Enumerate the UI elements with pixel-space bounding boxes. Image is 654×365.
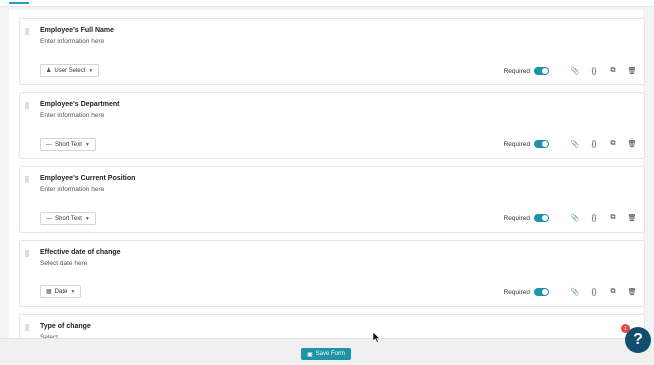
required-label: Required [503,288,530,296]
active-tab-indicator [9,2,29,4]
delete-icon[interactable]: 🗑 [628,214,637,222]
question-placeholder[interactable]: Enter information here [40,112,104,119]
question-card[interactable]: Employee's Full Name Enter information h… [19,18,645,85]
field-type-select[interactable]: — Short Text ▼ [40,138,96,151]
field-type-label: Date [54,288,68,295]
form-canvas: Employee's Full Name Enter information h… [9,10,645,344]
field-type-label: Short Text [55,215,82,222]
duplicate-icon[interactable]: ⧉ [609,140,617,148]
code-braces-icon[interactable]: {} [590,140,598,148]
code-braces-icon[interactable]: {} [590,214,598,222]
question-card[interactable]: Effective date of change Select date her… [19,240,645,307]
short-text-icon: — [46,141,52,148]
drag-handle-icon[interactable] [25,102,29,109]
chevron-down-icon: ▼ [88,67,94,74]
top-tab-bar [0,0,654,7]
question-actions: Required 📎 {} ⧉ 🗑 [504,212,636,224]
required-toggle[interactable] [534,214,549,222]
required-toggle[interactable] [534,67,549,75]
short-text-icon: — [46,215,52,222]
field-type-select[interactable]: — Short Text ▼ [40,212,96,225]
required-label: Required [503,67,530,75]
footer-bar: ▣ Save Form [0,338,654,365]
question-title[interactable]: Employee's Current Position [40,175,135,182]
save-form-button[interactable]: ▣ Save Form [301,348,351,360]
drag-handle-icon[interactable] [25,250,29,257]
attachment-icon[interactable]: 📎 [571,140,580,148]
required-toggle[interactable] [534,140,549,148]
question-title[interactable]: Employee's Full Name [40,27,114,34]
save-form-label: Save Form [315,351,345,357]
question-actions: Required 📎 {} ⧉ 🗑 [504,138,636,150]
field-type-select[interactable]: ▦ Date ▼ [40,285,82,298]
chevron-down-icon: ▼ [84,215,90,222]
question-title[interactable]: Effective date of change [40,249,121,256]
code-braces-icon[interactable]: {} [590,288,598,296]
drag-handle-icon[interactable] [25,324,29,331]
required-toggle[interactable] [534,288,549,296]
attachment-icon[interactable]: 📎 [571,214,580,222]
delete-icon[interactable]: 🗑 [628,67,637,75]
question-card[interactable]: Employee's Department Enter information … [19,92,645,159]
field-type-select[interactable]: ♟ User Select ▼ [40,64,100,77]
delete-icon[interactable]: 🗑 [628,288,637,296]
field-type-label: Short Text [55,141,82,148]
help-question-icon: ? [633,331,643,348]
duplicate-icon[interactable]: ⧉ [609,288,617,296]
calendar-icon: ▦ [46,289,52,295]
question-title[interactable]: Type of change [40,323,91,330]
question-card[interactable]: Employee's Current Position Enter inform… [19,166,645,233]
chevron-down-icon: ▼ [84,141,90,148]
attachment-icon[interactable]: 📎 [571,288,580,296]
save-icon: ▣ [306,351,313,358]
drag-handle-icon[interactable] [25,28,29,35]
delete-icon[interactable]: 🗑 [628,140,637,148]
drag-handle-icon[interactable] [25,176,29,183]
chevron-down-icon: ▼ [70,288,76,295]
field-type-label: User Select [54,67,86,74]
question-placeholder[interactable]: Enter information here [40,186,104,193]
question-placeholder[interactable]: Enter information here [40,38,104,45]
question-actions: Required 📎 {} ⧉ 🗑 [504,65,636,77]
required-label: Required [503,214,530,222]
question-title[interactable]: Employee's Department [40,101,119,108]
duplicate-icon[interactable]: ⧉ [609,67,617,75]
required-label: Required [503,140,530,148]
duplicate-icon[interactable]: ⧉ [609,214,617,222]
question-actions: Required 📎 {} ⧉ 🗑 [504,286,636,298]
question-placeholder[interactable]: Select date here [40,260,87,267]
attachment-icon[interactable]: 📎 [571,67,580,75]
user-icon: ♟ [46,68,52,74]
code-braces-icon[interactable]: {} [590,67,598,75]
mouse-cursor-icon [373,332,381,343]
notification-badge: 1 [621,324,630,333]
